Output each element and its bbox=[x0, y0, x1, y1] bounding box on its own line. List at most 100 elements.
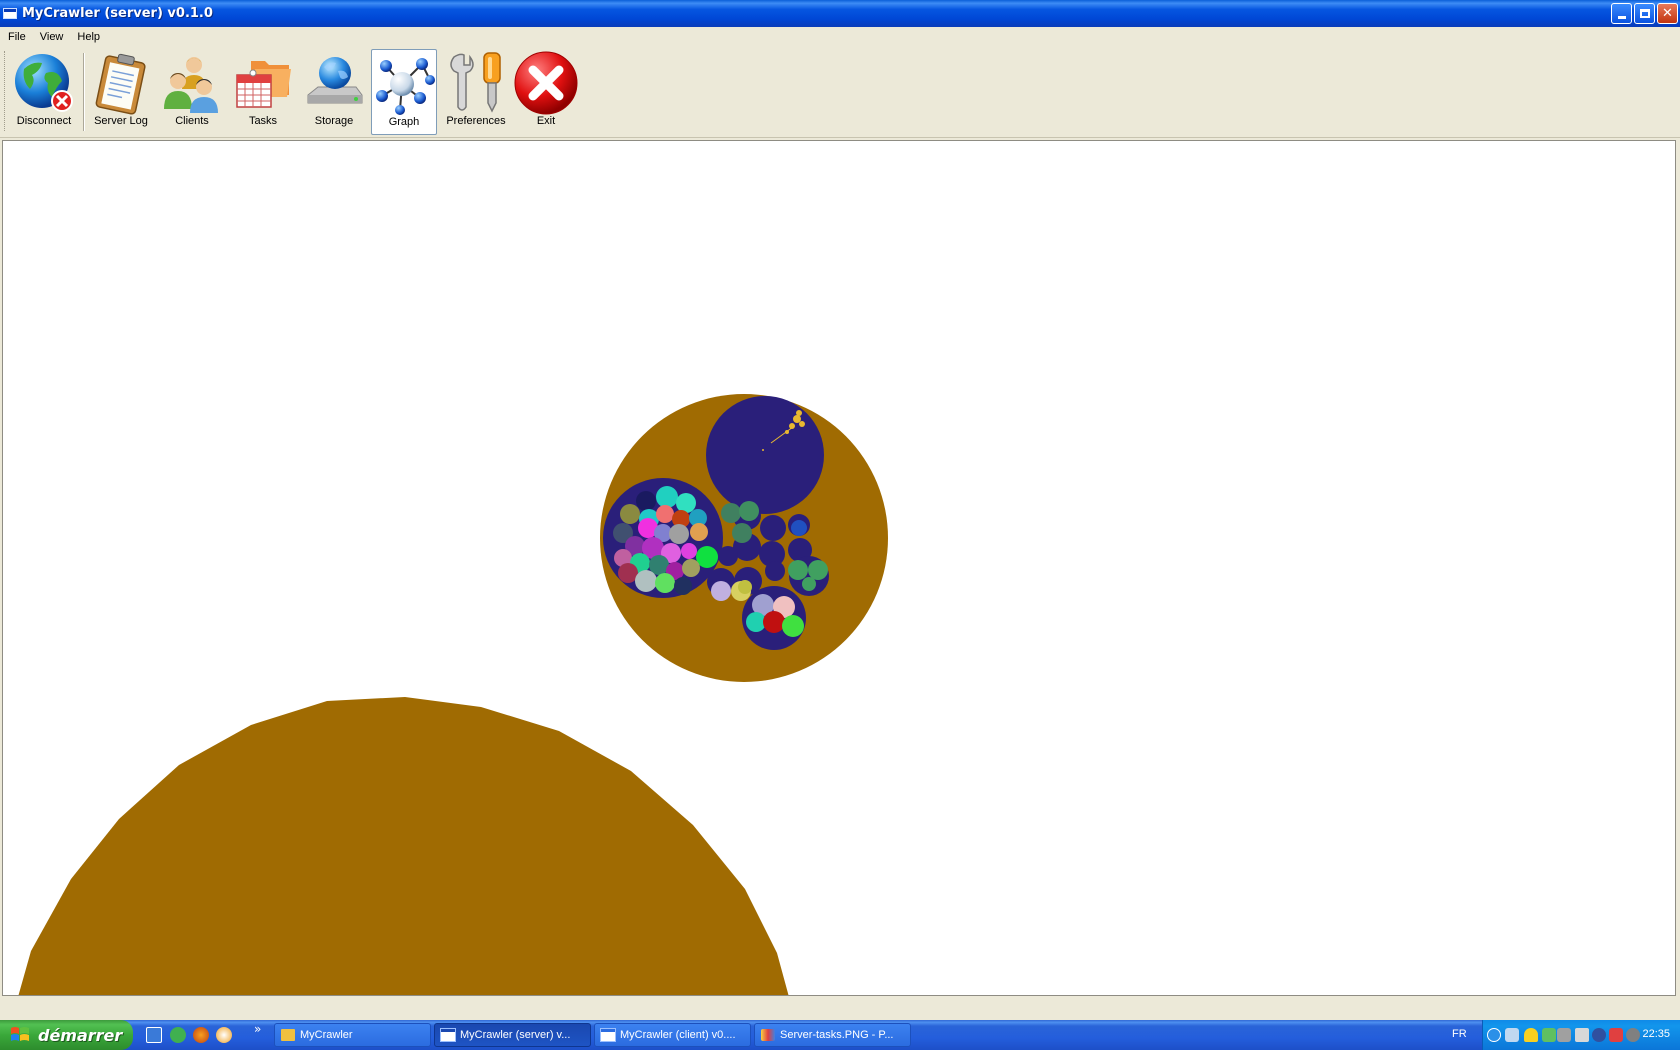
tray-app-icon[interactable] bbox=[1592, 1028, 1606, 1042]
start-label: démarrer bbox=[38, 1025, 123, 1045]
menu-bar: File View Help bbox=[0, 27, 1680, 47]
graph-node[interactable] bbox=[618, 563, 638, 583]
graph-node[interactable] bbox=[711, 581, 731, 601]
graph-node[interactable] bbox=[738, 580, 752, 594]
window-title: MyCrawler (server) v0.1.0 bbox=[22, 6, 213, 21]
graph-node[interactable] bbox=[732, 523, 752, 543]
graph-node[interactable] bbox=[674, 577, 692, 595]
task-label: MyCrawler bbox=[300, 1029, 353, 1041]
graph-node[interactable] bbox=[635, 570, 657, 592]
monitor-icon[interactable] bbox=[1557, 1028, 1571, 1042]
tasks-button[interactable]: Tasks bbox=[230, 49, 296, 135]
tools-icon bbox=[450, 52, 501, 113]
graph-node[interactable] bbox=[690, 523, 708, 541]
toolbar-grip[interactable] bbox=[4, 51, 7, 131]
menu-view[interactable]: View bbox=[33, 31, 71, 43]
graph-node[interactable] bbox=[721, 503, 741, 523]
server-log-button[interactable]: Server Log bbox=[88, 49, 154, 135]
graph-node-large[interactable] bbox=[18, 697, 789, 996]
tasks-label: Tasks bbox=[248, 115, 278, 127]
window-icon bbox=[440, 1028, 456, 1042]
windows-logo-icon bbox=[11, 1027, 29, 1041]
graph-node[interactable] bbox=[676, 493, 696, 513]
volume-icon[interactable] bbox=[1575, 1028, 1589, 1042]
show-desktop-icon[interactable] bbox=[146, 1027, 162, 1043]
disconnect-button[interactable]: Disconnect bbox=[11, 49, 77, 135]
quick-launch-more-button[interactable]: » bbox=[254, 1022, 261, 1036]
storage-button[interactable]: Storage bbox=[301, 49, 367, 135]
window-icon bbox=[3, 8, 17, 19]
graph-node[interactable] bbox=[669, 524, 689, 544]
menu-help[interactable]: Help bbox=[70, 31, 107, 43]
graph-node[interactable] bbox=[763, 611, 785, 633]
graph-visualization[interactable] bbox=[3, 141, 1676, 996]
minimize-icon bbox=[1617, 16, 1626, 19]
task-mycrawler-folder[interactable]: MyCrawler bbox=[274, 1023, 431, 1047]
task-mycrawler-server[interactable]: MyCrawler (server) v... bbox=[434, 1023, 591, 1047]
close-icon: ✕ bbox=[1662, 6, 1673, 21]
firefox-icon[interactable] bbox=[193, 1027, 209, 1043]
start-button[interactable]: démarrer bbox=[0, 1020, 133, 1050]
graph-node[interactable] bbox=[636, 491, 656, 511]
graph-canvas[interactable] bbox=[2, 140, 1676, 996]
graph-node[interactable] bbox=[765, 561, 785, 581]
network-icon[interactable] bbox=[1505, 1028, 1519, 1042]
preferences-label: Preferences bbox=[446, 115, 506, 127]
graph-node[interactable] bbox=[718, 546, 738, 566]
calendar-folder-icon bbox=[236, 61, 291, 108]
exit-icon bbox=[514, 51, 578, 115]
graph-node[interactable] bbox=[620, 504, 640, 524]
update-icon[interactable] bbox=[1542, 1028, 1556, 1042]
storage-label: Storage bbox=[314, 115, 354, 127]
disconnect-label: Disconnect bbox=[16, 115, 72, 127]
graph-node[interactable] bbox=[808, 560, 828, 580]
graph-node[interactable] bbox=[802, 577, 816, 591]
task-label: MyCrawler (server) v... bbox=[460, 1029, 571, 1041]
globe-drive-icon bbox=[307, 57, 363, 104]
graph-node[interactable] bbox=[760, 515, 786, 541]
graph-node[interactable] bbox=[656, 486, 678, 508]
system-tray: 22:35 bbox=[1482, 1020, 1680, 1050]
preferences-button[interactable]: Preferences bbox=[443, 49, 509, 135]
graph-node[interactable] bbox=[782, 615, 804, 637]
graph-label: Graph bbox=[388, 116, 420, 128]
folder-icon bbox=[281, 1029, 295, 1041]
media-player-icon[interactable] bbox=[216, 1027, 232, 1043]
graph-cluster-top[interactable] bbox=[706, 396, 824, 514]
graph-button[interactable]: Graph bbox=[371, 49, 437, 135]
task-mycrawler-client[interactable]: MyCrawler (client) v0.... bbox=[594, 1023, 751, 1047]
task-server-tasks-png[interactable]: Server-tasks.PNG - P... bbox=[754, 1023, 911, 1047]
users-icon bbox=[164, 57, 218, 113]
menu-file[interactable]: File bbox=[1, 31, 33, 43]
graph-node[interactable] bbox=[791, 520, 807, 536]
graph-node[interactable] bbox=[788, 560, 808, 580]
language-indicator[interactable]: FR bbox=[1452, 1028, 1467, 1040]
server-log-label: Server Log bbox=[94, 115, 148, 127]
molecule-graph-icon bbox=[376, 58, 435, 115]
tray-show-hidden-icon[interactable] bbox=[1487, 1028, 1501, 1042]
clipboard-icon bbox=[95, 53, 146, 115]
graph-node[interactable] bbox=[739, 501, 759, 521]
graph-node[interactable] bbox=[681, 543, 697, 559]
toolbar-separator bbox=[83, 53, 85, 131]
antivirus-icon[interactable] bbox=[1609, 1028, 1623, 1042]
close-button[interactable]: ✕ bbox=[1657, 3, 1678, 24]
security-shield-icon[interactable] bbox=[1524, 1028, 1538, 1042]
clients-button[interactable]: Clients bbox=[159, 49, 225, 135]
graph-node[interactable] bbox=[655, 573, 675, 593]
messenger-icon[interactable] bbox=[170, 1027, 186, 1043]
tray-misc-icon[interactable] bbox=[1626, 1028, 1640, 1042]
globe-disconnect-icon bbox=[15, 54, 73, 112]
restore-icon bbox=[1639, 9, 1650, 18]
taskbar: démarrer » MyCrawler MyCrawler (server) … bbox=[0, 1020, 1680, 1050]
task-label: MyCrawler (client) v0.... bbox=[620, 1029, 736, 1041]
clock: 22:35 bbox=[1642, 1028, 1670, 1040]
exit-button[interactable]: Exit bbox=[513, 49, 579, 135]
title-bar: MyCrawler (server) v0.1.0 ✕ bbox=[0, 0, 1680, 27]
restore-button[interactable] bbox=[1634, 3, 1655, 24]
graph-node[interactable] bbox=[656, 505, 674, 523]
graph-node[interactable] bbox=[682, 559, 700, 577]
exit-label: Exit bbox=[536, 115, 556, 127]
paint-icon bbox=[761, 1029, 775, 1041]
minimize-button[interactable] bbox=[1611, 3, 1632, 24]
